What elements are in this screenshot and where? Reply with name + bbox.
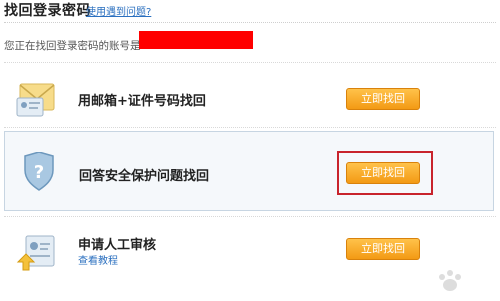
divider — [4, 62, 496, 63]
help-link[interactable]: 使用遇到问题? — [86, 3, 151, 18]
find-now-button-email[interactable]: 立即找回 — [346, 88, 420, 110]
shield-question-icon: ? — [17, 151, 61, 192]
svg-text:?: ? — [34, 162, 44, 183]
find-now-button-manual[interactable]: 立即找回 — [346, 238, 420, 260]
page-header: 找回登录密码 使用遇到问题? — [4, 0, 496, 23]
page-title: 找回登录密码 — [4, 3, 91, 19]
document-upload-icon — [16, 234, 60, 274]
view-tutorial-link[interactable]: 查看教程 — [78, 252, 118, 267]
account-label: 您正在找回登录密码的账号是: — [4, 40, 145, 52]
paw-watermark-icon — [430, 267, 490, 297]
id-card-envelope-icon — [16, 80, 60, 120]
option-title: 申请人工审核 — [78, 238, 157, 253]
option-security-question: ? 回答安全保护问题找回 立即找回 — [4, 131, 494, 211]
divider — [4, 127, 496, 128]
find-now-button-question[interactable]: 立即找回 — [346, 162, 420, 184]
redacted-account — [139, 31, 253, 49]
option-manual-review: 申请人工审核 查看教程 立即找回 — [4, 222, 494, 286]
option-email-id: 用邮箱+证件号码找回 立即找回 — [4, 68, 494, 132]
option-title: 回答安全保护问题找回 — [79, 169, 210, 184]
divider — [4, 216, 496, 217]
option-title: 用邮箱+证件号码找回 — [78, 94, 206, 109]
